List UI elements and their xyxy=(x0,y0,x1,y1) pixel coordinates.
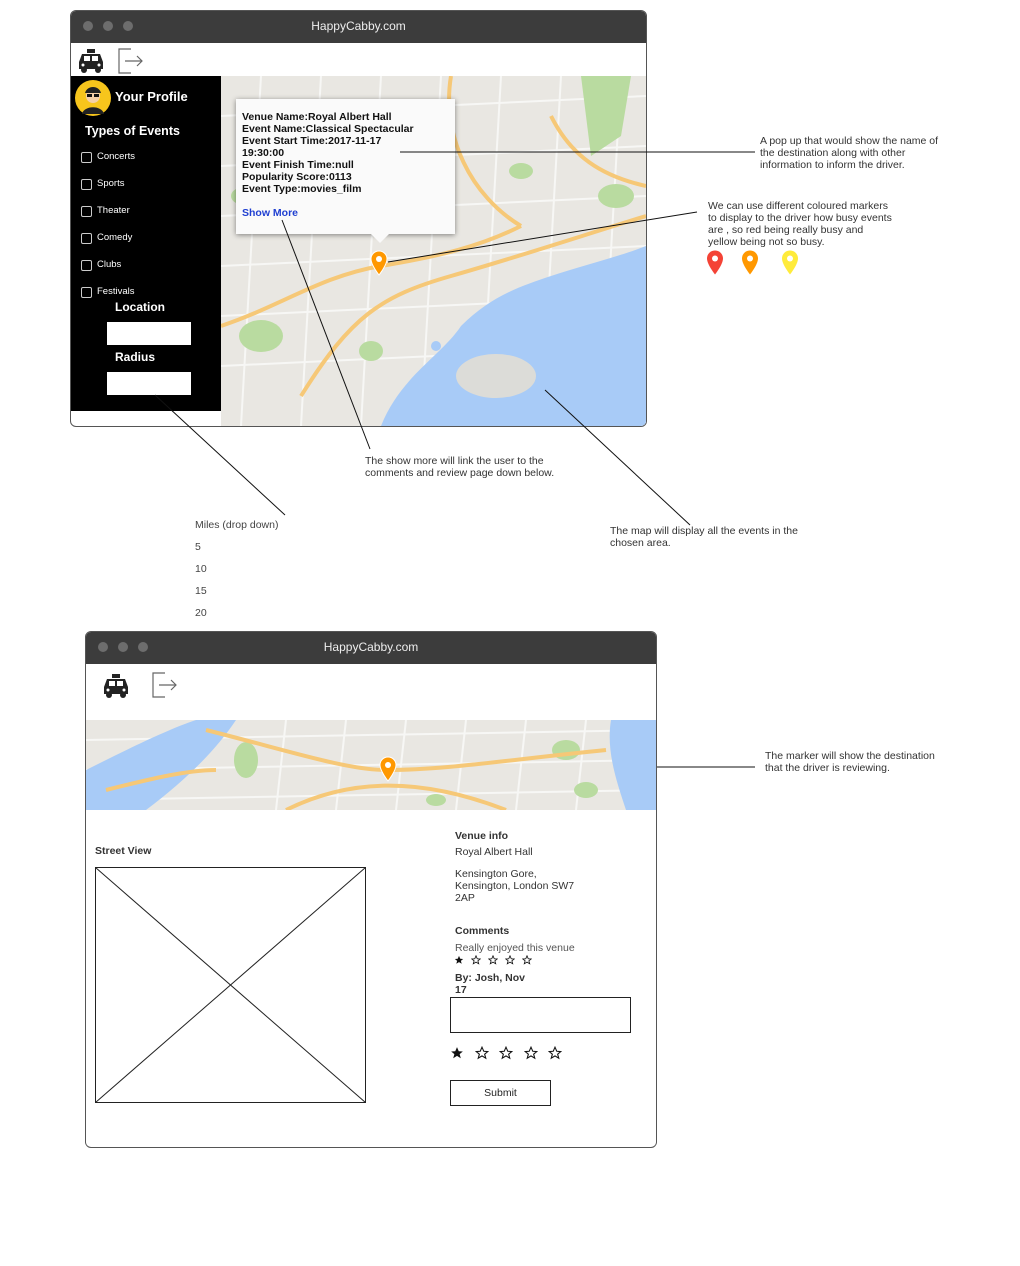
star-icon xyxy=(454,955,464,964)
dropdown-option[interactable]: 5 xyxy=(195,541,201,553)
star-icon[interactable] xyxy=(524,1046,538,1060)
dropdown-option[interactable]: 20 xyxy=(195,607,207,619)
venue-address-line: 2AP xyxy=(455,892,475,904)
star-icon xyxy=(471,955,481,965)
review-marker-annotation: The marker will show the destination tha… xyxy=(765,750,935,774)
window-title: HappyCabby.com xyxy=(323,640,419,654)
dropdown-option[interactable]: 15 xyxy=(195,585,207,597)
show-more-annotation: The show more will link the user to the … xyxy=(365,455,555,479)
submit-button[interactable]: Submit xyxy=(450,1080,551,1106)
venue-address-line: Kensington Gore, xyxy=(455,868,537,880)
star-icon[interactable] xyxy=(548,1046,562,1060)
star-icon xyxy=(505,955,515,965)
star-icon xyxy=(522,955,532,965)
title-bar: HappyCabby.com xyxy=(86,632,656,664)
venue-address-line: Kensington, London SW7 xyxy=(455,880,575,892)
yellow-marker-icon xyxy=(782,250,798,275)
comment-author-date: 17 xyxy=(455,984,467,996)
comment-input[interactable] xyxy=(450,997,631,1033)
logout-icon[interactable] xyxy=(151,671,179,699)
destination-marker-icon[interactable] xyxy=(379,756,397,782)
comments-heading: Comments xyxy=(455,925,510,937)
destination-map[interactable] xyxy=(86,720,656,810)
dropdown-label: Miles (drop down) xyxy=(195,519,279,531)
comment-author: By: Josh, Nov xyxy=(455,972,526,984)
venue-info-heading: Venue info xyxy=(455,830,509,842)
markers-annotation: We can use different coloured markers to… xyxy=(708,200,892,248)
popup-annotation: A pop up that would show the name of the… xyxy=(760,135,939,171)
star-icon xyxy=(488,955,498,965)
street-view-label: Street View xyxy=(95,845,152,857)
venue-name: Royal Albert Hall xyxy=(455,846,533,858)
star-icon[interactable] xyxy=(499,1046,513,1060)
street-view-image[interactable] xyxy=(95,867,366,1103)
star-icon[interactable] xyxy=(475,1046,489,1060)
red-marker-icon xyxy=(707,250,723,275)
dropdown-option[interactable]: 10 xyxy=(195,563,207,575)
star-icon[interactable] xyxy=(450,1046,464,1060)
orange-marker-icon xyxy=(742,250,758,275)
browser-window-review: HappyCabby.com Street View Venue info Ro… xyxy=(85,631,657,1148)
map-annotation: The map will display all the events in t… xyxy=(610,525,798,549)
taxi-icon[interactable] xyxy=(101,673,131,699)
comment-text: Really enjoyed this venue xyxy=(455,942,575,954)
